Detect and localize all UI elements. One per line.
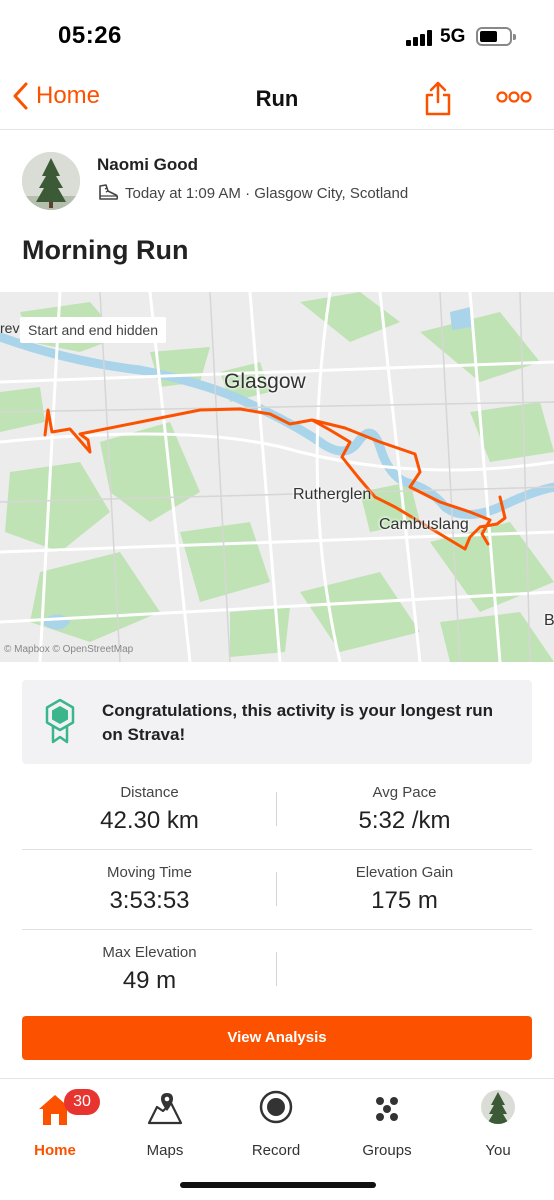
stat-avg-pace: Avg Pace 5:32 /km — [277, 770, 532, 850]
stat-moving-time: Moving Time 3:53:53 — [22, 850, 277, 930]
athlete-header: Naomi Good Today at 1:09 AM · Glasgow Ci… — [22, 150, 532, 214]
privacy-chip: Start and end hidden — [20, 317, 166, 343]
tab-record[interactable]: Record — [221, 1089, 331, 1169]
notification-badge: 30 — [64, 1089, 100, 1115]
map-label-town1: Rutherglen — [293, 486, 372, 503]
tab-groups[interactable]: Groups — [332, 1089, 442, 1169]
avatar[interactable] — [22, 152, 80, 210]
achievement-text: Congratulations, this activity is your l… — [102, 701, 494, 744]
stat-row: Distance 42.30 km Avg Pace 5:32 /km — [22, 770, 532, 850]
tab-label: Home — [34, 1142, 76, 1159]
home-indicator[interactable] — [180, 1182, 376, 1188]
stat-row: Moving Time 3:53:53 Elevation Gain 175 m — [22, 850, 532, 930]
tab-label: Groups — [362, 1142, 412, 1159]
stat-value: 49 m — [122, 967, 177, 994]
medal-icon — [45, 698, 75, 744]
activity-title: Morning Run — [22, 235, 189, 265]
map-place-label-cut: rev — [0, 320, 20, 336]
stat-label: Distance — [120, 784, 179, 801]
tab-label: Record — [251, 1142, 301, 1159]
stat-max-elevation: Max Elevation 49 m — [22, 930, 277, 1010]
tab-home[interactable]: 30 Home — [0, 1089, 110, 1169]
map-label-city: Glasgow — [224, 370, 306, 393]
battery-icon — [476, 27, 516, 46]
view-analysis-button[interactable]: View Analysis — [22, 1016, 532, 1060]
tab-you[interactable]: You — [443, 1089, 553, 1169]
stat-divider — [276, 952, 277, 986]
stat-value: 3:53:53 — [109, 887, 190, 914]
more-options-icon[interactable] — [496, 90, 532, 104]
map-label-town2: Cambuslang — [379, 516, 469, 533]
stat-value: 175 m — [371, 887, 438, 914]
activity-date-location: Today at 1:09 AM · Glasgow City, Scotlan… — [125, 184, 409, 202]
page-title: Run — [255, 86, 299, 111]
stat-row: Max Elevation 49 m — [22, 930, 532, 1010]
stat-value: 42.30 km — [100, 807, 199, 834]
signal-icon — [406, 30, 434, 46]
status-bar: 05:26 5G — [0, 0, 554, 72]
stat-elevation-gain: Elevation Gain 175 m — [277, 850, 532, 930]
stats-grid: Distance 42.30 km Avg Pace 5:32 /km Movi… — [22, 770, 532, 1010]
tab-label: You — [485, 1142, 511, 1159]
stat-distance: Distance 42.30 km — [22, 770, 277, 850]
avatar — [481, 1090, 515, 1124]
nav-bar: Home Run — [0, 72, 554, 130]
athlete-name[interactable]: Naomi Good — [97, 155, 198, 175]
groups-icon — [376, 1097, 398, 1121]
status-time: 05:26 — [58, 22, 122, 49]
route-map[interactable]: rev Start and end hidden Glasgow Rutherg… — [0, 292, 554, 662]
tab-label: Maps — [146, 1142, 184, 1159]
network-label: 5G — [440, 26, 466, 47]
tab-bar: 30 Home Maps Record Groups You — [0, 1078, 554, 1200]
record-icon — [259, 1090, 293, 1124]
stat-label: Moving Time — [106, 864, 193, 881]
activity-meta: Today at 1:09 AM · Glasgow City, Scotlan… — [97, 183, 408, 203]
maps-icon — [147, 1093, 183, 1125]
stat-value: 5:32 /km — [358, 807, 451, 834]
stat-label: Elevation Gain — [355, 864, 454, 881]
map-canvas — [0, 292, 554, 662]
map-attribution[interactable]: © Mapbox © OpenStreetMap — [4, 644, 133, 655]
tab-maps[interactable]: Maps — [110, 1089, 220, 1169]
share-icon[interactable] — [424, 80, 452, 116]
map-label-edge: B — [544, 612, 554, 629]
shoe-icon — [99, 184, 119, 200]
stat-label: Max Elevation — [102, 944, 197, 961]
achievement-banner[interactable]: Congratulations, this activity is your l… — [22, 680, 532, 764]
stat-label: Avg Pace — [372, 784, 437, 801]
